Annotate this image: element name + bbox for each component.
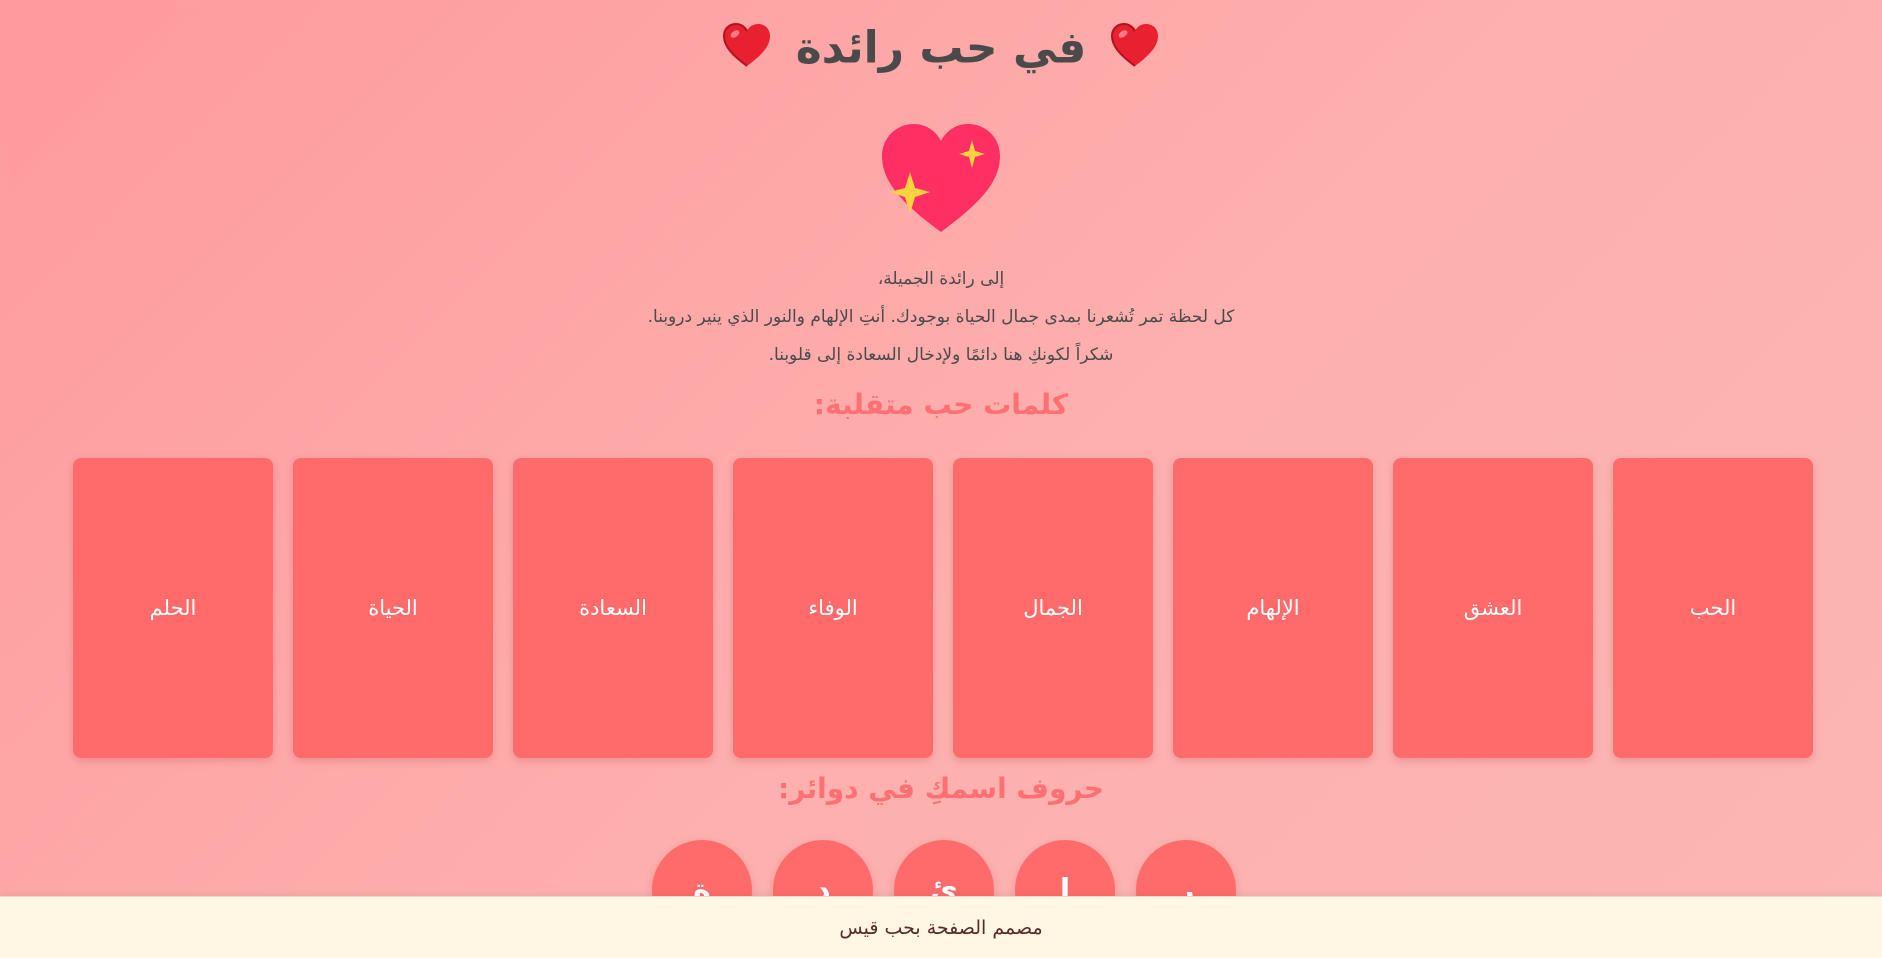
message-line: شكراً لكونكِ هنا دائمًا ولإدخال السعادة …: [768, 345, 1114, 365]
title-text: في حب رائدة: [795, 22, 1087, 74]
flip-card[interactable]: الوفاء: [733, 458, 933, 758]
message-line: كل لحظة تمر تُشعرنا بمدى جمال الحياة بوج…: [647, 307, 1235, 327]
name-letters-heading: حروف اسمكِ في دوائر:: [778, 772, 1104, 805]
footer: مصمم الصفحة بحب قيس: [0, 896, 1882, 958]
flip-card-label: الحلم: [149, 596, 197, 620]
red-heart-icon: [1110, 22, 1160, 79]
page-title: في حب رائدة: [0, 22, 1882, 79]
page: في حب رائدة إلى رائدة الجميلة، كل لحظة ت…: [0, 0, 1882, 958]
flip-card-label: الإلهام: [1246, 596, 1300, 620]
flip-card[interactable]: الحب: [1613, 458, 1813, 758]
flip-card[interactable]: السعادة: [513, 458, 713, 758]
flip-card-label: الحب: [1689, 596, 1737, 620]
flip-card[interactable]: العشق: [1393, 458, 1593, 758]
red-heart-icon: [722, 22, 772, 79]
flip-cards-row: الحب العشق الإلهام الجمال الوفاء السعادة…: [73, 458, 1813, 758]
flip-card-label: السعادة: [579, 596, 647, 620]
flip-card[interactable]: الحلم: [73, 458, 273, 758]
sparkling-heart-icon: [880, 122, 1002, 234]
flip-card-label: العشق: [1463, 596, 1523, 620]
flip-card-label: الوفاء: [808, 596, 858, 620]
footer-credit: مصمم الصفحة بحب قيس: [839, 917, 1043, 939]
flip-card[interactable]: الحياة: [293, 458, 493, 758]
love-message: إلى رائدة الجميلة، كل لحظة تمر تُشعرنا ب…: [0, 260, 1882, 374]
flip-cards-heading: كلمات حب متقلبة:: [813, 388, 1069, 421]
message-greeting: إلى رائدة الجميلة،: [877, 269, 1005, 289]
flip-card-label: الحياة: [368, 596, 418, 620]
flip-card[interactable]: الإلهام: [1173, 458, 1373, 758]
flip-card-label: الجمال: [1023, 596, 1083, 620]
flip-card[interactable]: الجمال: [953, 458, 1153, 758]
